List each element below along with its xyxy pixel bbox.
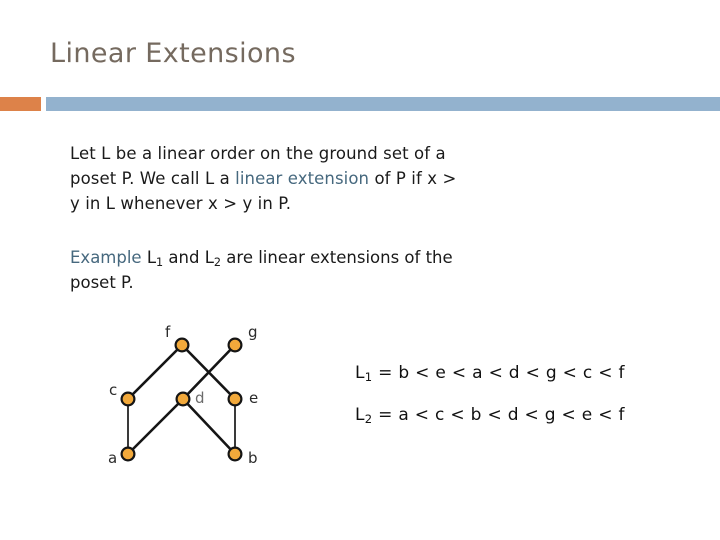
example-text-part-1: L [141,248,157,267]
example-text-part-3: are linear extensions of the [221,248,453,267]
example-line-2: poset P. [70,273,134,292]
linear-extension-l2: L2 = a < c < b < d < g < e < f [355,405,625,425]
example-text-part-2: and L [163,248,214,267]
hasse-diagram: f g c d e a b [95,315,270,480]
hasse-node-a [120,446,136,462]
hasse-node-f [174,337,190,353]
hasse-node-d [175,391,191,407]
hasse-node-label-b: b [248,449,258,467]
definition-line-2-part-2: of P if x > [369,169,457,188]
hasse-edge-c-f [126,343,184,401]
hasse-node-label-g: g [248,323,258,341]
hasse-node-e [227,391,243,407]
hasse-edge-d-b [181,397,237,456]
extension-chain: = a < c < b < d < g < e < f [372,405,625,425]
hasse-diagram-svg: f g c d e a b [108,323,258,467]
extension-chain: = b < e < a < d < g < c < f [372,363,625,383]
hasse-node-c [120,391,136,407]
page-title: Linear Extensions [50,38,296,69]
hasse-edge-a-d [126,397,185,456]
divider-accent-block [0,97,41,111]
hasse-node-g [227,337,243,353]
definition-line-1: Let L be a linear order on the ground se… [70,144,446,163]
hasse-node-b [227,446,243,462]
definition-line-3: y in L whenever x > y in P. [70,194,292,213]
divider-bar [46,97,720,111]
example-paragraph: Example L1 and L2 are linear extensions … [70,245,670,295]
slide-canvas: Linear Extensions Let L be a linear orde… [0,0,720,540]
example-subscript-2: 2 [213,256,222,270]
hasse-node-label-f: f [165,323,171,341]
example-label: Example [70,248,142,267]
definition-line-2-part-1: poset P. We call L a [70,169,236,188]
extension-name: L [355,405,365,425]
hasse-node-label-e: e [249,389,258,407]
term-linear-extension: linear extension [235,169,370,188]
hasse-node-label-c: c [109,381,117,399]
extension-name: L [355,363,365,383]
title-divider [0,97,720,111]
hasse-node-label-a: a [108,449,117,467]
definition-paragraph: Let L be a linear order on the ground se… [70,141,670,216]
hasse-node-label-d: d [195,389,205,407]
linear-extensions-list: L1 = b < e < a < d < g < c < f L2 = a < c… [355,363,625,425]
linear-extension-l1: L1 = b < e < a < d < g < c < f [355,363,625,383]
